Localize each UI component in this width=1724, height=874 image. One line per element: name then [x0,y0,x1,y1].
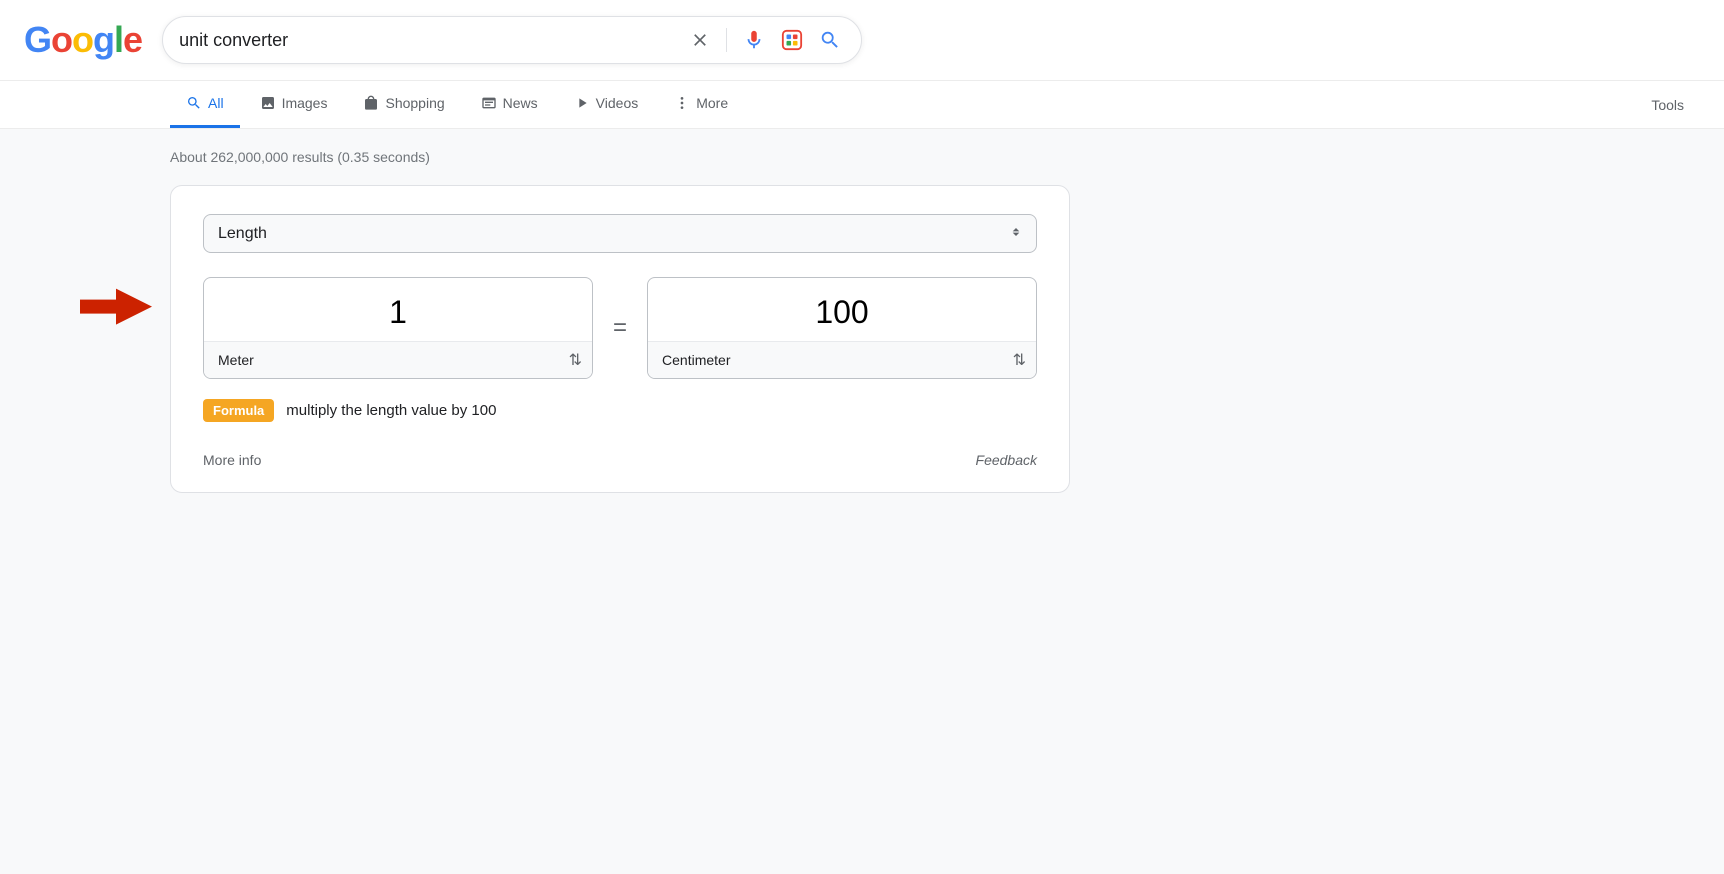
to-unit-row: Centimeter Meter Kilometer Mile Inch Foo… [648,341,1036,378]
search-input[interactable] [179,30,676,51]
search-button[interactable] [815,25,845,55]
tools-button[interactable]: Tools [1635,83,1700,127]
tab-more[interactable]: More [658,81,744,128]
tab-videos-label: Videos [596,95,639,111]
arrow-tail [80,300,120,314]
converter-card: Length Weight Temperature Area Volume Ti… [170,185,1070,493]
feedback-link[interactable]: Feedback [976,452,1037,468]
from-unit-arrow-icon: ⇅ [569,350,592,370]
to-unit-arrow-icon: ⇅ [1013,350,1036,370]
formula-badge: Formula [203,399,274,422]
tab-more-label: More [696,95,728,111]
mic-icon [743,29,765,51]
more-info-link[interactable]: More info [203,452,261,468]
from-value-display [204,278,592,341]
search-icon [819,29,841,51]
from-value-input[interactable] [220,294,576,331]
converter-row: Meter Centimeter Kilometer Mile Inch Foo… [203,277,1037,379]
from-unit-row: Meter Centimeter Kilometer Mile Inch Foo… [204,341,592,378]
tab-shopping[interactable]: Shopping [347,81,460,128]
tab-shopping-label: Shopping [385,95,444,111]
to-box: Centimeter Meter Kilometer Mile Inch Foo… [647,277,1037,379]
card-footer: More info Feedback [203,442,1037,468]
lens-icon [781,29,803,51]
search-tab-icon [186,95,202,111]
from-unit-select[interactable]: Meter Centimeter Kilometer Mile Inch Foo… [204,342,569,378]
nav-tabs: All Images Shopping News Videos More Too… [0,81,1724,129]
search-bar [162,16,862,64]
converter-wrapper: Length Weight Temperature Area Volume Ti… [170,185,1554,493]
tab-all[interactable]: All [170,81,240,128]
tab-news[interactable]: News [465,81,554,128]
images-tab-icon [260,95,276,111]
lens-button[interactable] [777,25,807,55]
tab-news-label: News [503,95,538,111]
main-content: About 262,000,000 results (0.35 seconds)… [0,129,1724,513]
close-icon [690,30,710,50]
search-bar-wrapper [162,16,862,64]
mic-button[interactable] [739,25,769,55]
to-value-input[interactable] [664,294,1020,331]
search-divider [726,28,727,52]
tab-images-label: Images [282,95,328,111]
news-tab-icon [481,95,497,111]
shopping-tab-icon [363,95,379,111]
from-box: Meter Centimeter Kilometer Mile Inch Foo… [203,277,593,379]
videos-tab-icon [574,95,590,111]
results-summary: About 262,000,000 results (0.35 seconds) [170,149,1554,165]
header: Google [0,0,1724,81]
tab-videos[interactable]: Videos [558,81,655,128]
tab-all-label: All [208,95,224,111]
clear-button[interactable] [686,26,714,54]
search-icons [686,25,845,55]
category-select[interactable]: Length Weight Temperature Area Volume Ti… [203,214,1037,253]
tab-images[interactable]: Images [244,81,344,128]
google-logo: Google [24,19,142,61]
more-tab-icon [674,95,690,111]
equals-sign: = [609,314,631,342]
to-value-display [648,278,1036,341]
formula-text: multiply the length value by 100 [286,402,496,419]
to-unit-select[interactable]: Centimeter Meter Kilometer Mile Inch Foo… [648,342,1013,378]
formula-row: Formula multiply the length value by 100 [203,399,1037,422]
